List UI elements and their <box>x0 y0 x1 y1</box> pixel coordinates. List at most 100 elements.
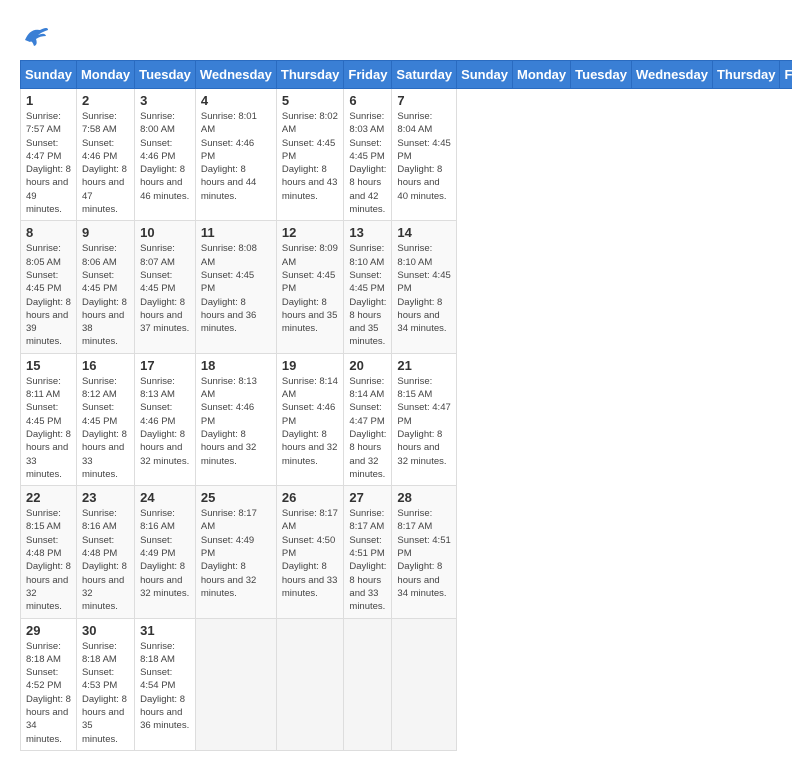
calendar-cell: 23 Sunrise: 8:16 AM Sunset: 4:48 PM Dayl… <box>76 486 134 618</box>
day-info: Sunrise: 8:00 AM Sunset: 4:46 PM Dayligh… <box>140 110 190 203</box>
column-header-tuesday: Tuesday <box>135 61 196 89</box>
day-info: Sunrise: 8:06 AM Sunset: 4:45 PM Dayligh… <box>82 242 129 348</box>
day-number: 29 <box>26 623 71 638</box>
day-number: 15 <box>26 358 71 373</box>
day-number: 2 <box>82 93 129 108</box>
calendar-cell: 25 Sunrise: 8:17 AM Sunset: 4:49 PM Dayl… <box>195 486 276 618</box>
day-info: Sunrise: 7:58 AM Sunset: 4:46 PM Dayligh… <box>82 110 129 216</box>
day-info: Sunrise: 8:09 AM Sunset: 4:45 PM Dayligh… <box>282 242 339 335</box>
day-info: Sunrise: 8:16 AM Sunset: 4:49 PM Dayligh… <box>140 507 190 600</box>
column-header-friday: Friday <box>780 61 792 89</box>
calendar-header-row: SundayMondayTuesdayWednesdayThursdayFrid… <box>21 61 792 89</box>
calendar-week-row: 22 Sunrise: 8:15 AM Sunset: 4:48 PM Dayl… <box>21 486 792 618</box>
column-header-sunday: Sunday <box>21 61 77 89</box>
day-number: 10 <box>140 225 190 240</box>
day-info: Sunrise: 8:18 AM Sunset: 4:52 PM Dayligh… <box>26 640 71 746</box>
day-info: Sunrise: 8:17 AM Sunset: 4:51 PM Dayligh… <box>397 507 451 600</box>
column-header-sunday: Sunday <box>457 61 513 89</box>
day-number: 28 <box>397 490 451 505</box>
column-header-wednesday: Wednesday <box>631 61 712 89</box>
day-info: Sunrise: 8:08 AM Sunset: 4:45 PM Dayligh… <box>201 242 271 335</box>
day-info: Sunrise: 8:14 AM Sunset: 4:47 PM Dayligh… <box>349 375 386 481</box>
day-number: 31 <box>140 623 190 638</box>
day-number: 12 <box>282 225 339 240</box>
column-header-friday: Friday <box>344 61 392 89</box>
day-number: 14 <box>397 225 451 240</box>
calendar-week-row: 29 Sunrise: 8:18 AM Sunset: 4:52 PM Dayl… <box>21 618 792 750</box>
day-number: 27 <box>349 490 386 505</box>
calendar-cell: 4 Sunrise: 8:01 AM Sunset: 4:46 PM Dayli… <box>195 89 276 221</box>
day-number: 16 <box>82 358 129 373</box>
day-number: 1 <box>26 93 71 108</box>
calendar-cell: 5 Sunrise: 8:02 AM Sunset: 4:45 PM Dayli… <box>276 89 344 221</box>
day-number: 19 <box>282 358 339 373</box>
day-number: 26 <box>282 490 339 505</box>
day-info: Sunrise: 8:18 AM Sunset: 4:53 PM Dayligh… <box>82 640 129 746</box>
day-number: 3 <box>140 93 190 108</box>
calendar-cell: 15 Sunrise: 8:11 AM Sunset: 4:45 PM Dayl… <box>21 353 77 485</box>
column-header-thursday: Thursday <box>712 61 780 89</box>
logo-icon <box>20 20 50 50</box>
calendar-cell: 21 Sunrise: 8:15 AM Sunset: 4:47 PM Dayl… <box>392 353 457 485</box>
logo <box>20 20 54 50</box>
calendar-cell: 22 Sunrise: 8:15 AM Sunset: 4:48 PM Dayl… <box>21 486 77 618</box>
calendar-cell: 9 Sunrise: 8:06 AM Sunset: 4:45 PM Dayli… <box>76 221 134 353</box>
column-header-saturday: Saturday <box>392 61 457 89</box>
day-number: 17 <box>140 358 190 373</box>
calendar-cell: 18 Sunrise: 8:13 AM Sunset: 4:46 PM Dayl… <box>195 353 276 485</box>
column-header-monday: Monday <box>76 61 134 89</box>
calendar-cell: 14 Sunrise: 8:10 AM Sunset: 4:45 PM Dayl… <box>392 221 457 353</box>
day-info: Sunrise: 8:12 AM Sunset: 4:45 PM Dayligh… <box>82 375 129 481</box>
calendar-cell: 2 Sunrise: 7:58 AM Sunset: 4:46 PM Dayli… <box>76 89 134 221</box>
calendar-cell <box>392 618 457 750</box>
day-info: Sunrise: 8:10 AM Sunset: 4:45 PM Dayligh… <box>397 242 451 335</box>
calendar-cell: 1 Sunrise: 7:57 AM Sunset: 4:47 PM Dayli… <box>21 89 77 221</box>
day-info: Sunrise: 8:11 AM Sunset: 4:45 PM Dayligh… <box>26 375 71 481</box>
calendar-cell: 28 Sunrise: 8:17 AM Sunset: 4:51 PM Dayl… <box>392 486 457 618</box>
day-number: 22 <box>26 490 71 505</box>
day-number: 23 <box>82 490 129 505</box>
column-header-monday: Monday <box>513 61 571 89</box>
day-number: 20 <box>349 358 386 373</box>
page-header <box>20 20 772 50</box>
calendar-cell <box>195 618 276 750</box>
day-number: 4 <box>201 93 271 108</box>
calendar-cell: 16 Sunrise: 8:12 AM Sunset: 4:45 PM Dayl… <box>76 353 134 485</box>
day-info: Sunrise: 8:03 AM Sunset: 4:45 PM Dayligh… <box>349 110 386 216</box>
day-info: Sunrise: 8:17 AM Sunset: 4:49 PM Dayligh… <box>201 507 271 600</box>
calendar-cell: 6 Sunrise: 8:03 AM Sunset: 4:45 PM Dayli… <box>344 89 392 221</box>
day-info: Sunrise: 8:15 AM Sunset: 4:47 PM Dayligh… <box>397 375 451 468</box>
day-info: Sunrise: 8:05 AM Sunset: 4:45 PM Dayligh… <box>26 242 71 348</box>
column-header-wednesday: Wednesday <box>195 61 276 89</box>
calendar-cell: 29 Sunrise: 8:18 AM Sunset: 4:52 PM Dayl… <box>21 618 77 750</box>
day-number: 7 <box>397 93 451 108</box>
day-info: Sunrise: 7:57 AM Sunset: 4:47 PM Dayligh… <box>26 110 71 216</box>
day-number: 13 <box>349 225 386 240</box>
calendar-cell: 17 Sunrise: 8:13 AM Sunset: 4:46 PM Dayl… <box>135 353 196 485</box>
day-info: Sunrise: 8:04 AM Sunset: 4:45 PM Dayligh… <box>397 110 451 203</box>
day-info: Sunrise: 8:15 AM Sunset: 4:48 PM Dayligh… <box>26 507 71 613</box>
calendar-cell: 3 Sunrise: 8:00 AM Sunset: 4:46 PM Dayli… <box>135 89 196 221</box>
calendar-cell: 13 Sunrise: 8:10 AM Sunset: 4:45 PM Dayl… <box>344 221 392 353</box>
calendar-cell: 26 Sunrise: 8:17 AM Sunset: 4:50 PM Dayl… <box>276 486 344 618</box>
calendar-cell: 31 Sunrise: 8:18 AM Sunset: 4:54 PM Dayl… <box>135 618 196 750</box>
calendar-week-row: 8 Sunrise: 8:05 AM Sunset: 4:45 PM Dayli… <box>21 221 792 353</box>
day-info: Sunrise: 8:17 AM Sunset: 4:50 PM Dayligh… <box>282 507 339 600</box>
calendar-cell: 11 Sunrise: 8:08 AM Sunset: 4:45 PM Dayl… <box>195 221 276 353</box>
day-info: Sunrise: 8:07 AM Sunset: 4:45 PM Dayligh… <box>140 242 190 335</box>
column-header-thursday: Thursday <box>276 61 344 89</box>
calendar-cell <box>276 618 344 750</box>
calendar-cell: 8 Sunrise: 8:05 AM Sunset: 4:45 PM Dayli… <box>21 221 77 353</box>
calendar-cell: 27 Sunrise: 8:17 AM Sunset: 4:51 PM Dayl… <box>344 486 392 618</box>
calendar-table: SundayMondayTuesdayWednesdayThursdayFrid… <box>20 60 792 751</box>
day-info: Sunrise: 8:13 AM Sunset: 4:46 PM Dayligh… <box>140 375 190 468</box>
day-info: Sunrise: 8:14 AM Sunset: 4:46 PM Dayligh… <box>282 375 339 468</box>
day-number: 18 <box>201 358 271 373</box>
day-number: 30 <box>82 623 129 638</box>
column-header-tuesday: Tuesday <box>571 61 632 89</box>
day-info: Sunrise: 8:10 AM Sunset: 4:45 PM Dayligh… <box>349 242 386 348</box>
day-info: Sunrise: 8:01 AM Sunset: 4:46 PM Dayligh… <box>201 110 271 203</box>
day-info: Sunrise: 8:13 AM Sunset: 4:46 PM Dayligh… <box>201 375 271 468</box>
calendar-cell: 12 Sunrise: 8:09 AM Sunset: 4:45 PM Dayl… <box>276 221 344 353</box>
day-number: 6 <box>349 93 386 108</box>
